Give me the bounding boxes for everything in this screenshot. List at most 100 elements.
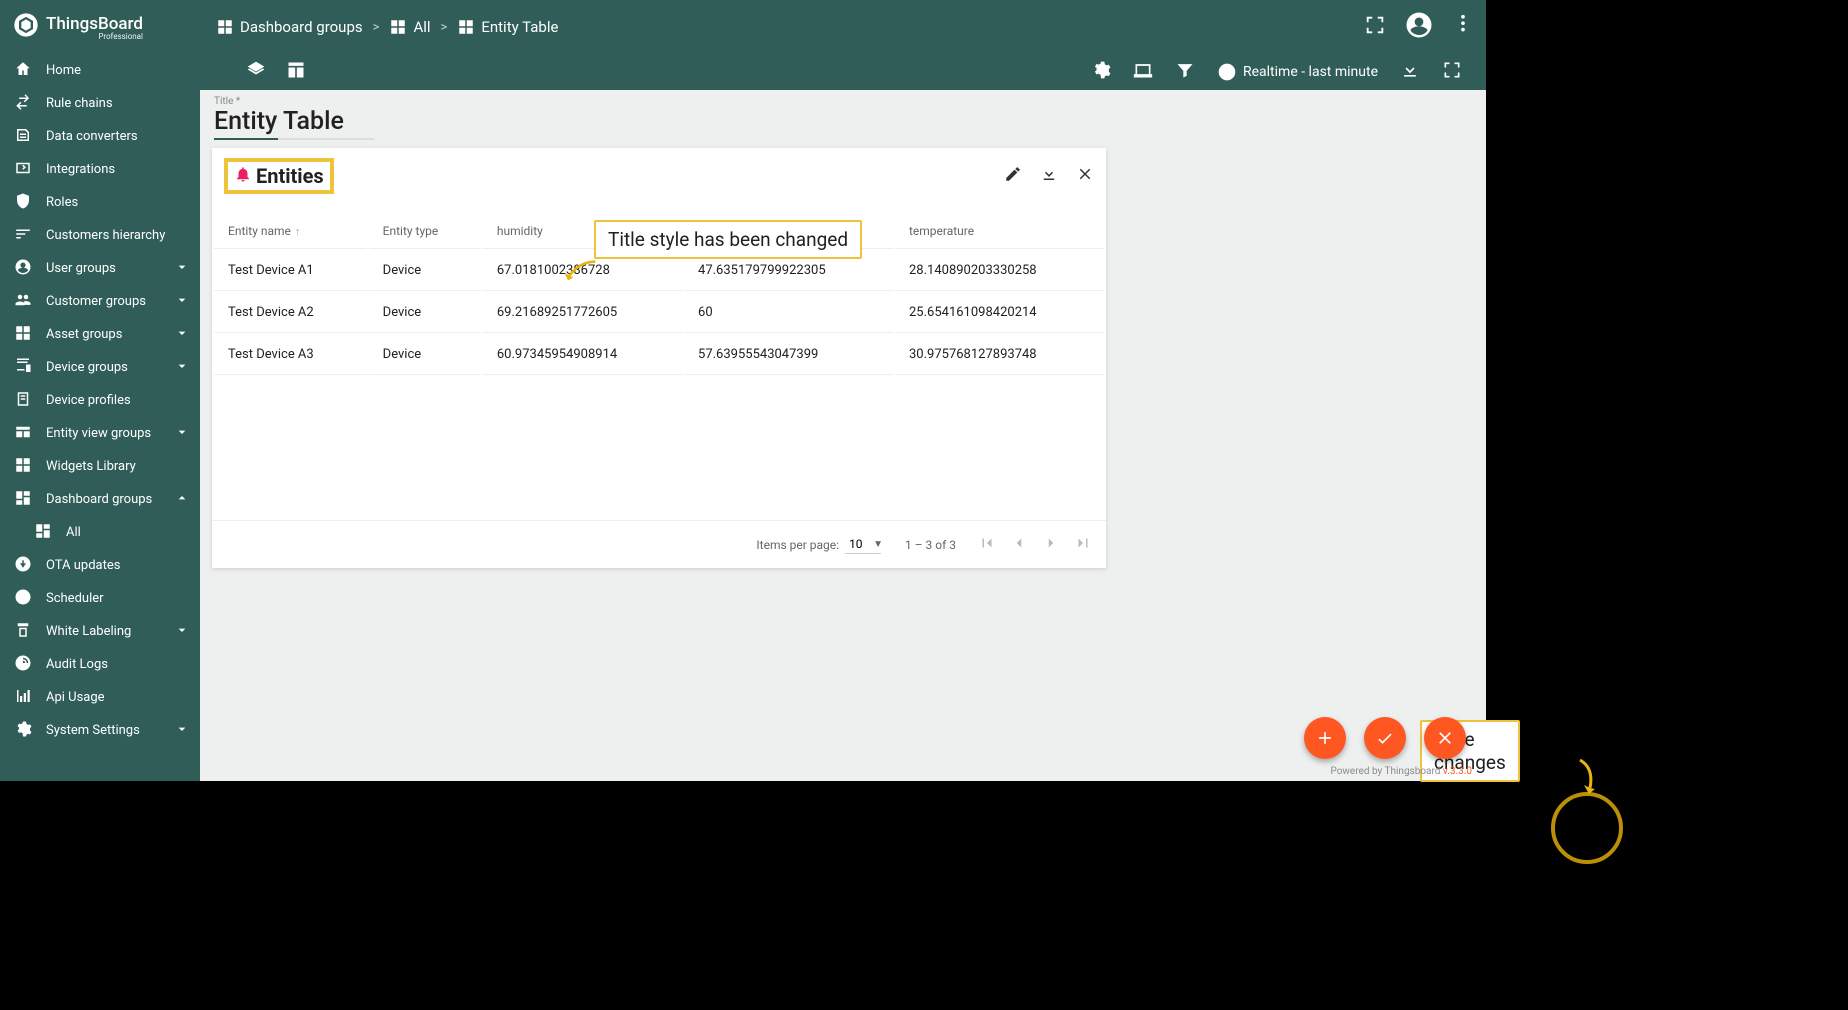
ota-icon: [14, 555, 32, 577]
breadcrumb-item-all[interactable]: All: [389, 18, 430, 36]
sidebar-item-asset-groups[interactable]: Asset groups: [0, 318, 200, 351]
sidebar-item-scheduler[interactable]: Scheduler: [0, 582, 200, 615]
col-entity-name[interactable]: Entity name↑: [214, 214, 367, 249]
footer: Powered by Thingsboard v.3.3.0: [1330, 766, 1472, 777]
sidebar-item-label: Api Usage: [46, 690, 105, 705]
profile-icon: [14, 390, 32, 412]
col-entity-type[interactable]: Entity type: [369, 214, 481, 249]
sidebar-item-white-labeling[interactable]: White Labeling: [0, 615, 200, 648]
breadcrumb-item-current[interactable]: Entity Table: [457, 18, 558, 36]
items-per-page: Items per page: 10 ▼: [756, 535, 883, 554]
expand-icon[interactable]: [1442, 60, 1462, 84]
dashboard-toolbar: Realtime - last minute: [200, 54, 1486, 90]
sidebar-item-audit-logs[interactable]: Audit Logs: [0, 648, 200, 681]
breadcrumb-sep: >: [441, 20, 448, 35]
sidebar-item-customers-hierarchy[interactable]: Customers hierarchy: [0, 219, 200, 252]
layers-icon[interactable]: [246, 60, 266, 84]
fullscreen-icon[interactable]: [1364, 14, 1386, 40]
sidebar-item-user-groups[interactable]: User groups: [0, 252, 200, 285]
sidebar-item-label: Home: [46, 63, 81, 78]
widgets-icon: [14, 456, 32, 478]
sidebar-item-device-profiles[interactable]: Device profiles: [0, 384, 200, 417]
grid-icon: [14, 324, 32, 346]
format-icon: [14, 621, 32, 643]
chevron-icon: [174, 325, 190, 345]
sidebar-item-customer-groups[interactable]: Customer groups: [0, 285, 200, 318]
logo-icon: [12, 11, 40, 43]
breadcrumb-sep: >: [373, 20, 380, 35]
home-icon: [14, 60, 32, 82]
sidebar-item-integrations[interactable]: Integrations: [0, 153, 200, 186]
cell-name: Test Device A2: [214, 293, 367, 333]
logo[interactable]: ThingsBoard Professional: [0, 11, 200, 43]
items-per-page-select[interactable]: 10: [845, 535, 881, 554]
filter-icon[interactable]: [1175, 60, 1195, 84]
save-button[interactable]: [1364, 717, 1406, 759]
sort-arrow-icon: ↑: [295, 225, 301, 238]
close-widget-icon[interactable]: [1076, 165, 1094, 187]
settings-icon[interactable]: [1091, 60, 1111, 84]
items-per-page-label: Items per page:: [756, 538, 839, 552]
sidebar-item-label: White Labeling: [46, 624, 131, 639]
table-row[interactable]: Test Device A2Device69.21689251772605602…: [214, 293, 1104, 333]
cell-temperature: 28.140890203330258: [895, 251, 1104, 291]
sidebar-item-roles[interactable]: Roles: [0, 186, 200, 219]
sidebar-item-entity-view-groups[interactable]: Entity view groups: [0, 417, 200, 450]
sidebar-item-all[interactable]: All: [0, 516, 200, 549]
cancel-button[interactable]: [1424, 717, 1466, 759]
callout-ring: [1551, 792, 1623, 864]
widget-header: Entities: [212, 148, 1106, 198]
breadcrumb-item-groups[interactable]: Dashboard groups: [216, 18, 363, 36]
sidebar-item-system-settings[interactable]: System Settings: [0, 714, 200, 747]
download-widget-icon[interactable]: [1040, 165, 1058, 187]
dashboard-title-block: Title * Entity Table: [200, 90, 1486, 144]
sidebar-item-api-usage[interactable]: Api Usage: [0, 681, 200, 714]
time-selector[interactable]: Realtime - last minute: [1217, 62, 1378, 82]
sidebar-item-ota-updates[interactable]: OTA updates: [0, 549, 200, 582]
cell-pressure: 57.63955543047399: [684, 335, 893, 375]
breadcrumb: Dashboard groups > All > Entity Table: [216, 18, 558, 36]
edit-icon[interactable]: [1004, 165, 1022, 187]
sidebar-item-home[interactable]: Home: [0, 54, 200, 87]
layout-icon[interactable]: [286, 60, 306, 84]
sidebar-item-label: Customers hierarchy: [46, 228, 165, 243]
sidebar: Home Rule chainsData converters Integratio…: [0, 54, 200, 781]
sidebar-item-label: Scheduler: [46, 591, 104, 606]
sidebar-item-label: User groups: [46, 261, 116, 276]
more-vert-icon[interactable]: [1452, 14, 1474, 40]
breadcrumb-label: All: [413, 18, 430, 36]
paginator: Items per page: 10 ▼ 1 – 3 of 3: [212, 520, 1106, 568]
logo-text: ThingsBoard Professional: [46, 14, 143, 41]
sidebar-item-label: All: [66, 525, 81, 540]
add-button[interactable]: [1304, 717, 1346, 759]
page-next-icon[interactable]: [1042, 534, 1060, 555]
page-last-icon[interactable]: [1074, 534, 1092, 555]
callout-arrow-icon: [563, 257, 597, 285]
shield-icon: [14, 192, 32, 214]
download-icon[interactable]: [1400, 60, 1420, 84]
sidebar-item-data-converters[interactable]: Data converters: [0, 120, 200, 153]
entity-alias-icon[interactable]: [1133, 60, 1153, 84]
chevron-icon: [174, 721, 190, 741]
col-temperature[interactable]: temperature: [895, 214, 1104, 249]
chevron-icon: [174, 490, 190, 510]
sidebar-item-rule-chains[interactable]: Rule chains: [0, 87, 200, 120]
page-first-icon[interactable]: [978, 534, 996, 555]
cell-name: Test Device A3: [214, 335, 367, 375]
sidebar-item-widgets-library[interactable]: Widgets Library: [0, 450, 200, 483]
sidebar-item-dashboard-groups[interactable]: Dashboard groups: [0, 483, 200, 516]
widget-title-highlight: Entities: [224, 158, 334, 194]
sidebar-item-label: Audit Logs: [46, 657, 108, 672]
cell-pressure: 60: [684, 293, 893, 333]
sidebar-item-label: Roles: [46, 195, 78, 210]
time-label: Realtime - last minute: [1243, 64, 1378, 80]
dashboard-title[interactable]: Entity Table: [214, 107, 1472, 136]
chevron-icon: [174, 424, 190, 444]
sidebar-item-device-groups[interactable]: Device groups: [0, 351, 200, 384]
widget-title: Entities: [256, 164, 324, 188]
page-prev-icon[interactable]: [1010, 534, 1028, 555]
table-row[interactable]: Test Device A3Device60.9734595490891457.…: [214, 335, 1104, 375]
sidebar-item-label: Integrations: [46, 162, 115, 177]
account-icon[interactable]: [1404, 10, 1434, 44]
people-icon: [14, 291, 32, 313]
